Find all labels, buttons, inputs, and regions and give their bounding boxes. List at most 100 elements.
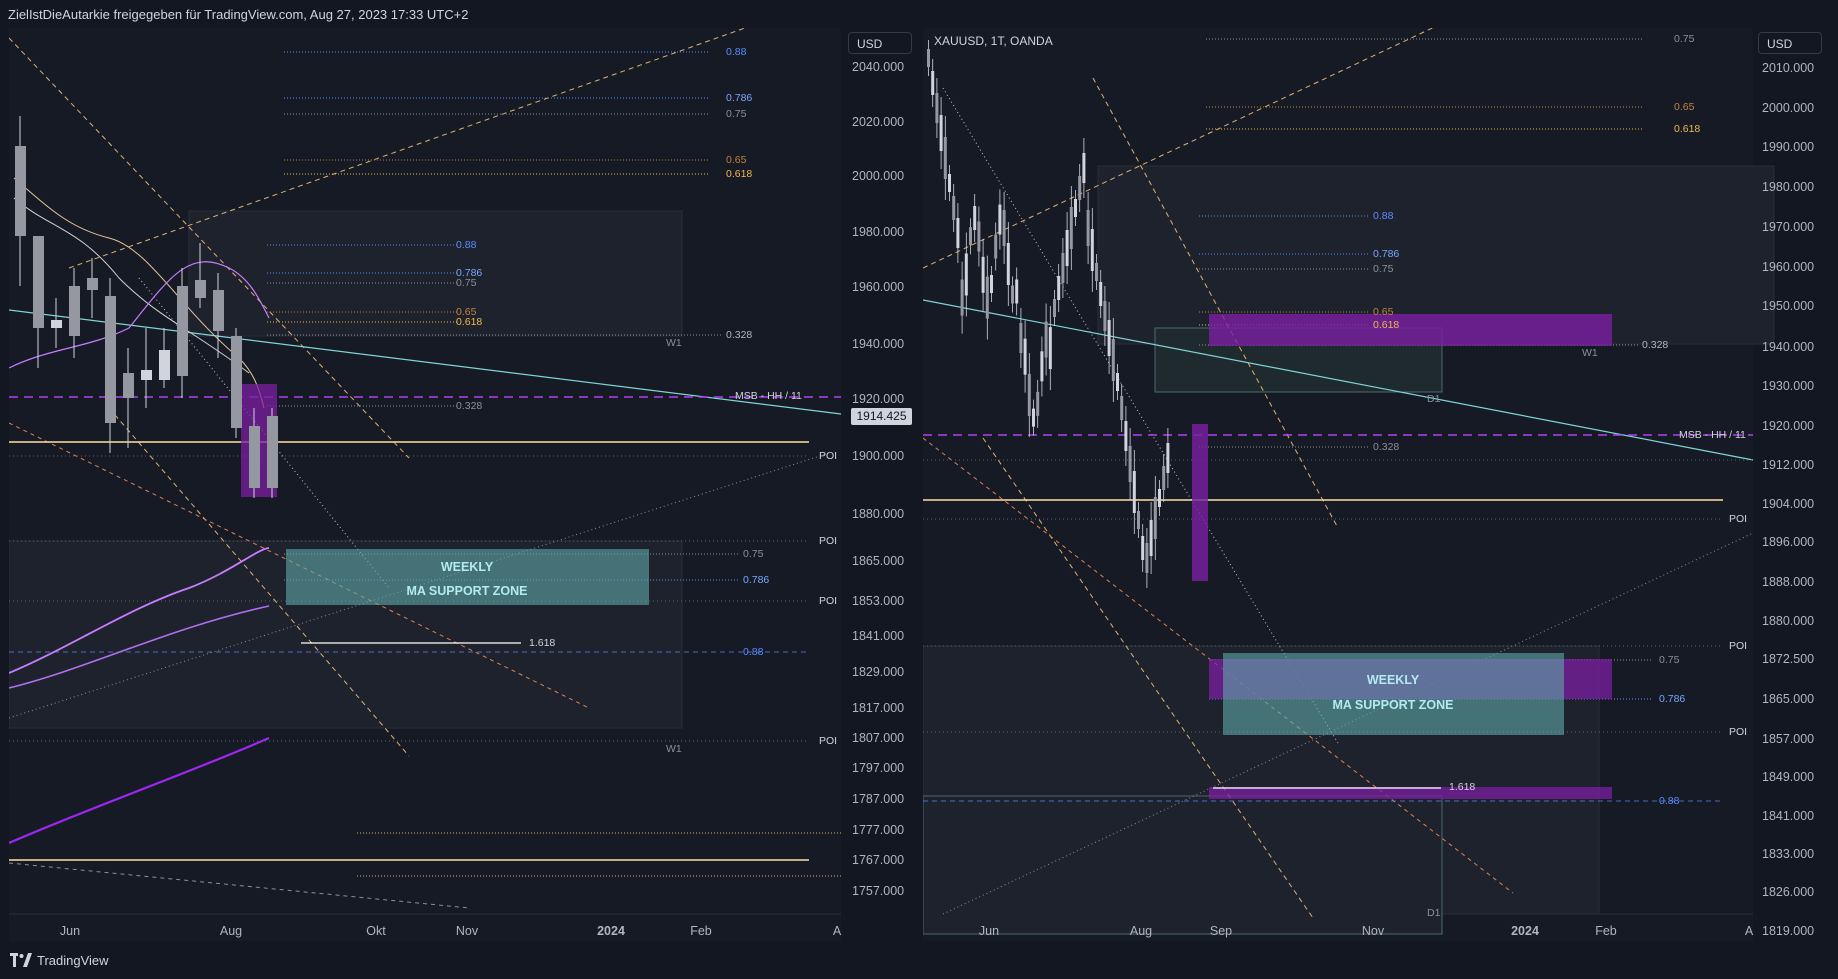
price-tick: 1841.000 (1762, 809, 1814, 823)
candle-body (1153, 497, 1157, 539)
left-currency-button[interactable]: USD (848, 32, 912, 54)
left-chart-canvas[interactable]: 0.88 0.786 0.75 0.65 0.618 0.88 0.786 0.… (9, 28, 917, 941)
candle-body (985, 276, 989, 319)
time-tick: Sep (1210, 924, 1232, 938)
left-fib-mid-0328: 0.328 (456, 400, 482, 412)
right-fib-mid-065: 0.65 (1373, 306, 1394, 318)
price-tick: 1849.000 (1762, 770, 1814, 784)
price-tick: 1912.000 (1762, 458, 1814, 472)
candle-body (1132, 471, 1136, 513)
left-fib-top-0618: 0.618 (726, 168, 752, 180)
candle-body (1158, 489, 1161, 507)
right-poi-label-1: POI (1729, 513, 1747, 525)
right-d1-bottom-label: D1 (1427, 907, 1441, 919)
candle-body (998, 204, 1002, 235)
price-tick: 1970.000 (1762, 220, 1814, 234)
time-tick: Okt (366, 924, 386, 938)
price-tick: 2020.000 (852, 115, 904, 129)
time-tick: 2024 (597, 924, 625, 938)
right-fib-top-065: 0.65 (1674, 101, 1695, 113)
time-tick: A (833, 924, 842, 938)
time-tick: Feb (1595, 924, 1617, 938)
candle-body (1040, 351, 1044, 382)
candle-body (123, 373, 134, 398)
price-tick: 1940.000 (1762, 340, 1814, 354)
candle-body (1057, 276, 1061, 300)
left-current-price-tag: 1914.425 (851, 408, 912, 425)
candle-body (981, 256, 985, 293)
candle-body (1149, 520, 1153, 556)
left-fib-mid-0618: 0.618 (456, 316, 482, 328)
candle-body (1044, 321, 1048, 358)
price-tick: 1872.500 (1762, 652, 1814, 666)
candle-body (159, 350, 170, 380)
candle-body (1061, 253, 1065, 283)
left-fib-low-075: 0.75 (743, 548, 764, 560)
candle-body (1053, 299, 1056, 317)
candle-body (177, 286, 188, 376)
right-msb-label: MSB - HH / 11 (1679, 429, 1746, 441)
candle-body (249, 426, 260, 488)
left-ext-1618: 1.618 (529, 637, 555, 649)
candle-body (1111, 339, 1115, 381)
price-tick: 1857.000 (1762, 732, 1814, 746)
price-tick: 2040.000 (852, 60, 904, 74)
right-zone-line1: WEEKLY (1367, 673, 1420, 687)
candle-body (1006, 242, 1010, 285)
left-fib-top-088: 0.88 (726, 46, 747, 58)
right-purple-candle-zone (1192, 424, 1208, 581)
right-price-ticks: 2010.000 2000.000 1990.000 1980.000 1970.000… (1762, 61, 1814, 938)
left-fib-top-levels (284, 51, 709, 175)
price-tick: 1900.000 (852, 449, 904, 463)
price-tick: 1960.000 (1762, 260, 1814, 274)
price-tick: 2000.000 (1762, 101, 1814, 115)
candle-body (994, 234, 998, 259)
candle-body (51, 320, 62, 328)
left-poi-label-3: POI (819, 595, 837, 607)
price-tick: 1920.000 (1762, 419, 1814, 433)
candle-body (87, 278, 98, 290)
candle-body (15, 146, 26, 236)
left-poi-label-2: POI (819, 535, 837, 547)
right-chart-canvas[interactable]: 0.75 0.65 0.618 0.88 0.786 0.75 0.65 0.6… (923, 28, 1829, 941)
right-fib-mid-0618: 0.618 (1373, 319, 1399, 331)
price-tick: 1865.000 (1762, 692, 1814, 706)
left-fib-right-0328: 0.328 (726, 329, 752, 341)
right-poi-label-2: POI (1729, 640, 1747, 652)
candle-body (231, 336, 242, 428)
tradingview-logo-icon (10, 953, 32, 967)
candle-body (33, 236, 44, 328)
right-zone-line2: MA SUPPORT ZONE (1332, 698, 1453, 712)
price-tick: 1817.000 (852, 701, 904, 715)
time-tick: Jun (979, 924, 999, 938)
left-fib-low-088: 0.88 (743, 646, 764, 658)
right-fib-mid-075: 0.75 (1373, 263, 1394, 275)
left-fib-top-075: 0.75 (726, 108, 747, 120)
candle-body (141, 370, 152, 380)
share-header: ZielIstDieAutarkie freigegeben für Tradi… (0, 0, 1838, 30)
left-time-ticks: Jun Aug Okt Nov 2024 Feb A (60, 924, 842, 938)
chart-pane-left[interactable]: 0.88 0.786 0.75 0.65 0.618 0.88 0.786 0.… (9, 28, 917, 941)
time-tick: Aug (1130, 924, 1152, 938)
candle-body (1023, 338, 1027, 375)
candle-body (931, 71, 935, 95)
candle-body (927, 49, 930, 67)
price-tick: 1807.000 (852, 731, 904, 745)
candle-body (1107, 320, 1111, 356)
time-tick: Nov (456, 924, 479, 938)
left-grey-bottom-trend (9, 862, 470, 909)
candle-body (1095, 263, 1098, 281)
candle-body (1128, 446, 1132, 482)
price-tick: 1888.000 (1762, 575, 1814, 589)
candle-body (990, 275, 993, 294)
candle-body (1069, 207, 1073, 249)
price-tick: 1904.000 (1762, 497, 1814, 511)
chart-pane-right[interactable]: 0.75 0.65 0.618 0.88 0.786 0.75 0.65 0.6… (923, 28, 1829, 941)
candle-body (1137, 511, 1140, 529)
left-zone-line1: WEEKLY (441, 560, 494, 574)
price-tick: 1833.000 (1762, 847, 1814, 861)
candle-body (105, 296, 116, 423)
price-tick: 1940.000 (852, 337, 904, 351)
right-currency-button[interactable]: USD (1758, 32, 1822, 54)
right-fib-low-0786: 0.786 (1659, 693, 1685, 705)
